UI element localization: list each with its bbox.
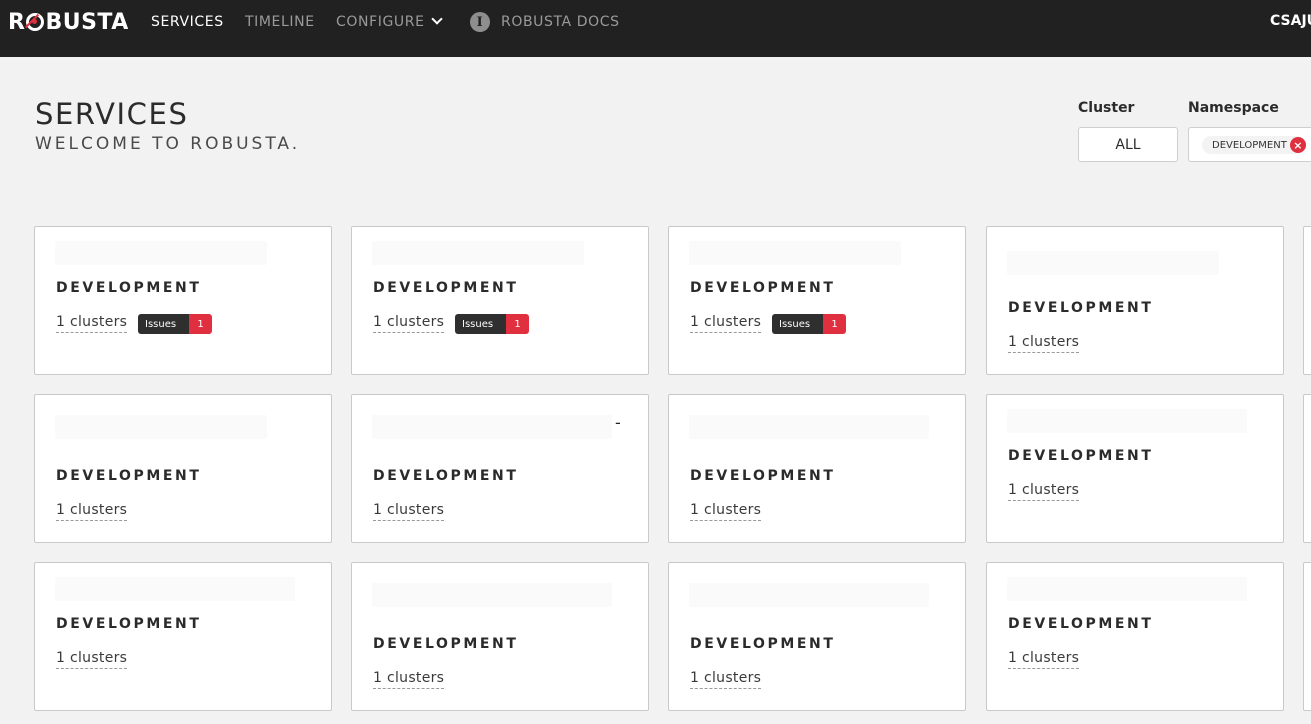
service-card[interactable]: DEVELOPMENT 1 clusters <box>986 226 1284 375</box>
issues-badge[interactable]: Issues 1 <box>772 314 846 334</box>
page-title: SERVICES <box>35 97 189 131</box>
cluster-filter-label: Cluster <box>1078 100 1135 116</box>
cluster-select[interactable]: ALL <box>1078 127 1178 162</box>
service-card[interactable]: DEVELOPMENT 1 clusters Issues 1 <box>668 226 966 375</box>
nav-timeline-label: TIMELINE <box>245 14 315 30</box>
robusta-logo[interactable]: R BUSTA <box>8 9 129 35</box>
issues-badge-label: Issues <box>455 314 506 334</box>
service-card[interactable]: DEVELOPMENT 1 clusters <box>986 394 1284 543</box>
namespace-chip: DEVELOPMENT × <box>1202 136 1306 154</box>
card-namespace: DEVELOPMENT <box>1008 448 1154 464</box>
service-name-redacted <box>1007 251 1219 275</box>
service-name-redacted <box>1007 409 1247 433</box>
card-namespace: DEVELOPMENT <box>690 280 836 296</box>
namespace-chip-label: DEVELOPMENT <box>1212 139 1287 151</box>
card-clusters[interactable]: 1 clusters <box>1008 650 1080 669</box>
issues-badge-label: Issues <box>138 314 189 334</box>
card-namespace: DEVELOPMENT <box>690 636 836 652</box>
card-clusters[interactable]: 1 clusters <box>373 314 445 333</box>
service-card[interactable]: DEVELOPMENT 1 clusters <box>668 394 966 543</box>
card-clusters[interactable]: 1 clusters <box>690 502 762 521</box>
card-mark: - <box>615 413 621 432</box>
service-name-redacted <box>689 415 929 439</box>
card-clusters[interactable]: 1 clusters <box>1008 482 1080 501</box>
issues-badge-count: 1 <box>506 314 529 334</box>
card-namespace: DEVELOPMENT <box>56 468 202 484</box>
logo-lifebuoy-icon <box>26 13 45 31</box>
service-card-partial[interactable] <box>1303 226 1311 375</box>
card-namespace: DEVELOPMENT <box>690 468 836 484</box>
service-card[interactable]: DEVELOPMENT 1 clusters <box>34 394 332 543</box>
nav-services-label: SERVICES <box>151 14 224 30</box>
card-namespace: DEVELOPMENT <box>56 280 202 296</box>
service-name-redacted <box>55 577 295 601</box>
service-card[interactable]: - DEVELOPMENT 1 clusters <box>351 394 649 543</box>
card-clusters[interactable]: 1 clusters <box>56 650 128 669</box>
card-clusters[interactable]: 1 clusters <box>56 314 128 333</box>
service-card-partial[interactable] <box>1303 562 1311 711</box>
nav-configure-label: CONFIGURE <box>336 14 425 30</box>
card-namespace: DEVELOPMENT <box>373 468 519 484</box>
service-card-partial[interactable] <box>1303 394 1311 543</box>
service-card[interactable]: DEVELOPMENT 1 clusters <box>34 562 332 711</box>
card-namespace: DEVELOPMENT <box>1008 616 1154 632</box>
issues-badge-count: 1 <box>823 314 846 334</box>
nav-robusta-docs[interactable]: i ROBUSTA DOCS <box>470 0 620 44</box>
user-menu[interactable]: CSAJU <box>1270 13 1311 29</box>
service-name-redacted <box>689 241 901 265</box>
card-clusters[interactable]: 1 clusters <box>56 502 128 521</box>
card-namespace: DEVELOPMENT <box>373 280 519 296</box>
service-name-redacted <box>372 241 584 265</box>
card-clusters[interactable]: 1 clusters <box>1008 334 1080 353</box>
issues-badge-count: 1 <box>189 314 212 334</box>
close-icon[interactable]: × <box>1289 137 1306 153</box>
service-name-redacted <box>689 583 929 607</box>
card-clusters[interactable]: 1 clusters <box>373 670 445 689</box>
service-name-redacted <box>55 415 267 439</box>
namespace-select[interactable]: DEVELOPMENT × <box>1188 127 1311 162</box>
logo-text-post: BUSTA <box>45 9 129 35</box>
page-subtitle: WELCOME TO ROBUSTA. <box>35 134 301 154</box>
top-navbar: R BUSTA SERVICES TIMELINE CONFIGURE i RO… <box>0 0 1311 57</box>
nav-timeline[interactable]: TIMELINE <box>245 0 315 44</box>
service-name-redacted <box>55 241 267 265</box>
service-card[interactable]: DEVELOPMENT 1 clusters <box>351 562 649 711</box>
card-namespace: DEVELOPMENT <box>56 616 202 632</box>
logo-text-pre: R <box>8 9 26 35</box>
cluster-select-value: ALL <box>1115 136 1141 153</box>
service-name-redacted <box>1007 577 1247 601</box>
card-clusters[interactable]: 1 clusters <box>690 314 762 333</box>
issues-badge-label: Issues <box>772 314 823 334</box>
issues-badge[interactable]: Issues 1 <box>455 314 529 334</box>
issues-badge[interactable]: Issues 1 <box>138 314 212 334</box>
service-card[interactable]: DEVELOPMENT 1 clusters Issues 1 <box>34 226 332 375</box>
service-card[interactable]: DEVELOPMENT 1 clusters <box>986 562 1284 711</box>
nav-configure[interactable]: CONFIGURE <box>336 0 443 44</box>
service-card[interactable]: DEVELOPMENT 1 clusters <box>668 562 966 711</box>
card-clusters[interactable]: 1 clusters <box>373 502 445 521</box>
info-icon: i <box>470 12 490 32</box>
service-card[interactable]: DEVELOPMENT 1 clusters Issues 1 <box>351 226 649 375</box>
chevron-down-icon <box>430 13 443 25</box>
card-namespace: DEVELOPMENT <box>373 636 519 652</box>
service-name-redacted <box>372 583 612 607</box>
service-name-redacted <box>372 415 612 439</box>
nav-services[interactable]: SERVICES <box>151 0 224 44</box>
namespace-filter-label: Namespace <box>1188 100 1279 116</box>
card-clusters[interactable]: 1 clusters <box>690 670 762 689</box>
card-namespace: DEVELOPMENT <box>1008 300 1154 316</box>
nav-docs-label: ROBUSTA DOCS <box>501 14 620 30</box>
